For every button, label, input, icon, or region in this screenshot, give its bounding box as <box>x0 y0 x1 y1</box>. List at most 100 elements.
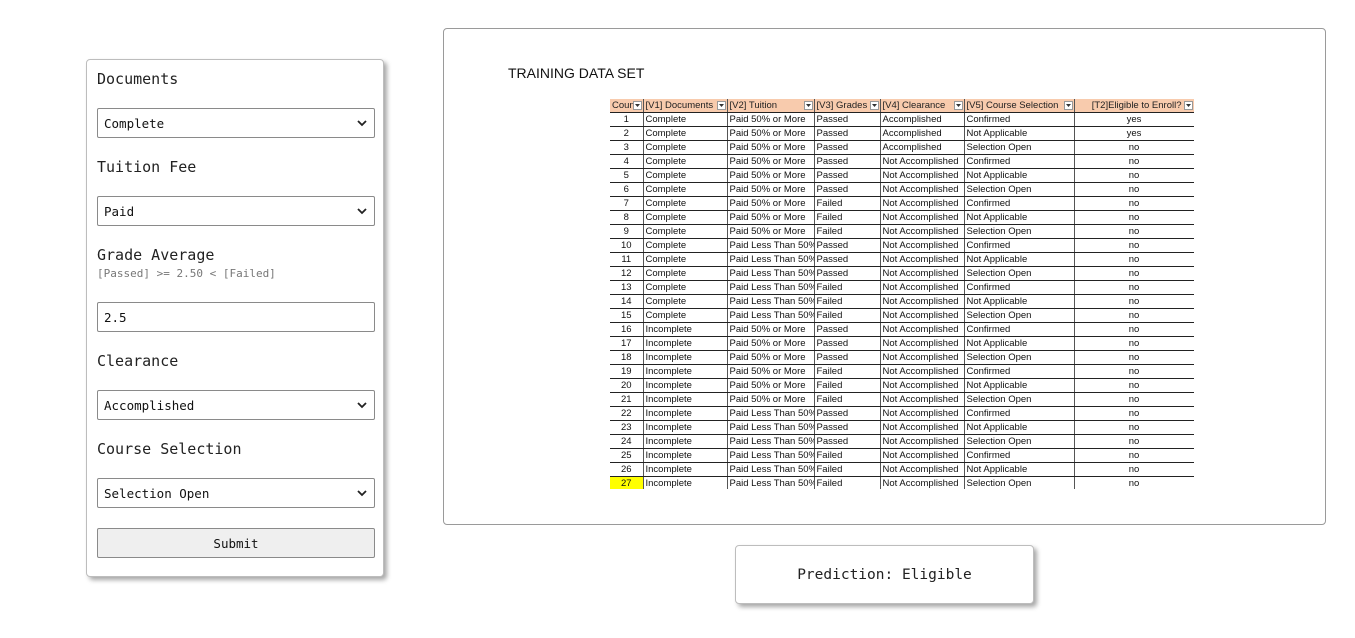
cell-clearance[interactable]: Accomplished <box>880 126 965 141</box>
cell-documents[interactable]: Complete <box>643 308 728 323</box>
cell-course-selection[interactable]: Selection Open <box>964 266 1075 281</box>
cell-eligible[interactable]: no <box>1074 364 1194 379</box>
cell-grades[interactable]: Passed <box>814 434 881 449</box>
cell-grades[interactable]: Failed <box>814 448 881 463</box>
cell-eligible[interactable]: no <box>1074 336 1194 351</box>
cell-tuition[interactable]: Paid Less Than 50% <box>727 448 815 463</box>
cell-eligible[interactable]: no <box>1074 308 1194 323</box>
cell-count[interactable]: 19 <box>610 364 644 379</box>
cell-documents[interactable]: Complete <box>643 280 728 295</box>
cell-course-selection[interactable]: Selection Open <box>964 392 1075 407</box>
cell-grades[interactable]: Passed <box>814 140 881 155</box>
cell-documents[interactable]: Incomplete <box>643 336 728 351</box>
submit-button[interactable]: Submit <box>97 528 375 558</box>
cell-count[interactable]: 1 <box>610 112 644 127</box>
grade-average-input[interactable] <box>97 302 375 332</box>
cell-grades[interactable]: Passed <box>814 112 881 127</box>
cell-eligible[interactable]: no <box>1074 294 1194 309</box>
cell-eligible[interactable]: no <box>1074 476 1194 489</box>
cell-eligible[interactable]: no <box>1074 196 1194 211</box>
cell-eligible[interactable]: no <box>1074 238 1194 253</box>
cell-course-selection[interactable]: Confirmed <box>964 364 1075 379</box>
cell-count[interactable]: 14 <box>610 294 644 309</box>
cell-documents[interactable]: Complete <box>643 224 728 239</box>
cell-grades[interactable]: Failed <box>814 294 881 309</box>
cell-clearance[interactable]: Not Accomplished <box>880 406 965 421</box>
cell-documents[interactable]: Incomplete <box>643 420 728 435</box>
filter-dropdown-icon[interactable] <box>953 101 963 110</box>
cell-tuition[interactable]: Paid 50% or More <box>727 154 815 169</box>
cell-eligible[interactable]: yes <box>1074 112 1194 127</box>
cell-clearance[interactable]: Not Accomplished <box>880 364 965 379</box>
cell-eligible[interactable]: no <box>1074 252 1194 267</box>
cell-course-selection[interactable]: Selection Open <box>964 308 1075 323</box>
cell-course-selection[interactable]: Confirmed <box>964 448 1075 463</box>
cell-tuition[interactable]: Paid 50% or More <box>727 140 815 155</box>
cell-clearance[interactable]: Not Accomplished <box>880 224 965 239</box>
cell-eligible[interactable]: no <box>1074 210 1194 225</box>
filter-dropdown-icon[interactable] <box>716 101 726 110</box>
cell-documents[interactable]: Complete <box>643 252 728 267</box>
cell-grades[interactable]: Passed <box>814 238 881 253</box>
cell-grades[interactable]: Failed <box>814 308 881 323</box>
cell-count[interactable]: 5 <box>610 168 644 183</box>
cell-tuition[interactable]: Paid 50% or More <box>727 336 815 351</box>
cell-count[interactable]: 9 <box>610 224 644 239</box>
cell-documents[interactable]: Complete <box>643 210 728 225</box>
cell-clearance[interactable]: Not Accomplished <box>880 252 965 267</box>
cell-eligible[interactable]: no <box>1074 392 1194 407</box>
cell-documents[interactable]: Complete <box>643 140 728 155</box>
cell-eligible[interactable]: no <box>1074 420 1194 435</box>
cell-clearance[interactable]: Not Accomplished <box>880 308 965 323</box>
cell-clearance[interactable]: Not Accomplished <box>880 294 965 309</box>
cell-eligible[interactable]: no <box>1074 266 1194 281</box>
cell-grades[interactable]: Failed <box>814 392 881 407</box>
cell-eligible[interactable]: no <box>1074 280 1194 295</box>
cell-documents[interactable]: Complete <box>643 238 728 253</box>
cell-count[interactable]: 6 <box>610 182 644 197</box>
cell-documents[interactable]: Incomplete <box>643 448 728 463</box>
cell-eligible[interactable]: no <box>1074 462 1194 477</box>
cell-course-selection[interactable]: Selection Open <box>964 140 1075 155</box>
cell-grades[interactable]: Passed <box>814 252 881 267</box>
cell-course-selection[interactable]: Selection Open <box>964 182 1075 197</box>
cell-eligible[interactable]: no <box>1074 406 1194 421</box>
cell-clearance[interactable]: Not Accomplished <box>880 378 965 393</box>
cell-count[interactable]: 25 <box>610 448 644 463</box>
cell-documents[interactable]: Incomplete <box>643 434 728 449</box>
cell-clearance[interactable]: Accomplished <box>880 112 965 127</box>
cell-grades[interactable]: Passed <box>814 336 881 351</box>
cell-course-selection[interactable]: Confirmed <box>964 406 1075 421</box>
cell-eligible[interactable]: no <box>1074 322 1194 337</box>
cell-course-selection[interactable]: Selection Open <box>964 350 1075 365</box>
cell-eligible[interactable]: no <box>1074 434 1194 449</box>
cell-grades[interactable]: Failed <box>814 378 881 393</box>
cell-tuition[interactable]: Paid 50% or More <box>727 210 815 225</box>
cell-course-selection[interactable]: Not Applicable <box>964 462 1075 477</box>
clearance-select[interactable]: Accomplished <box>97 390 375 420</box>
cell-grades[interactable]: Passed <box>814 182 881 197</box>
cell-documents[interactable]: Incomplete <box>643 378 728 393</box>
cell-count[interactable]: 2 <box>610 126 644 141</box>
cell-eligible[interactable]: no <box>1074 224 1194 239</box>
course-selection-select[interactable]: Selection Open <box>97 478 375 508</box>
cell-documents[interactable]: Complete <box>643 112 728 127</box>
cell-documents[interactable]: Incomplete <box>643 350 728 365</box>
cell-course-selection[interactable]: Not Applicable <box>964 420 1075 435</box>
cell-tuition[interactable]: Paid Less Than 50% <box>727 308 815 323</box>
cell-tuition[interactable]: Paid Less Than 50% <box>727 280 815 295</box>
cell-count[interactable]: 10 <box>610 238 644 253</box>
cell-documents[interactable]: Complete <box>643 182 728 197</box>
cell-clearance[interactable]: Not Accomplished <box>880 448 965 463</box>
cell-count[interactable]: 3 <box>610 140 644 155</box>
filter-dropdown-icon[interactable] <box>869 101 879 110</box>
cell-course-selection[interactable]: Not Applicable <box>964 252 1075 267</box>
cell-eligible[interactable]: no <box>1074 350 1194 365</box>
cell-tuition[interactable]: Paid 50% or More <box>727 378 815 393</box>
cell-course-selection[interactable]: Confirmed <box>964 238 1075 253</box>
cell-course-selection[interactable]: Confirmed <box>964 322 1075 337</box>
cell-grades[interactable]: Passed <box>814 168 881 183</box>
cell-eligible[interactable]: no <box>1074 182 1194 197</box>
cell-clearance[interactable]: Not Accomplished <box>880 280 965 295</box>
cell-grades[interactable]: Passed <box>814 406 881 421</box>
